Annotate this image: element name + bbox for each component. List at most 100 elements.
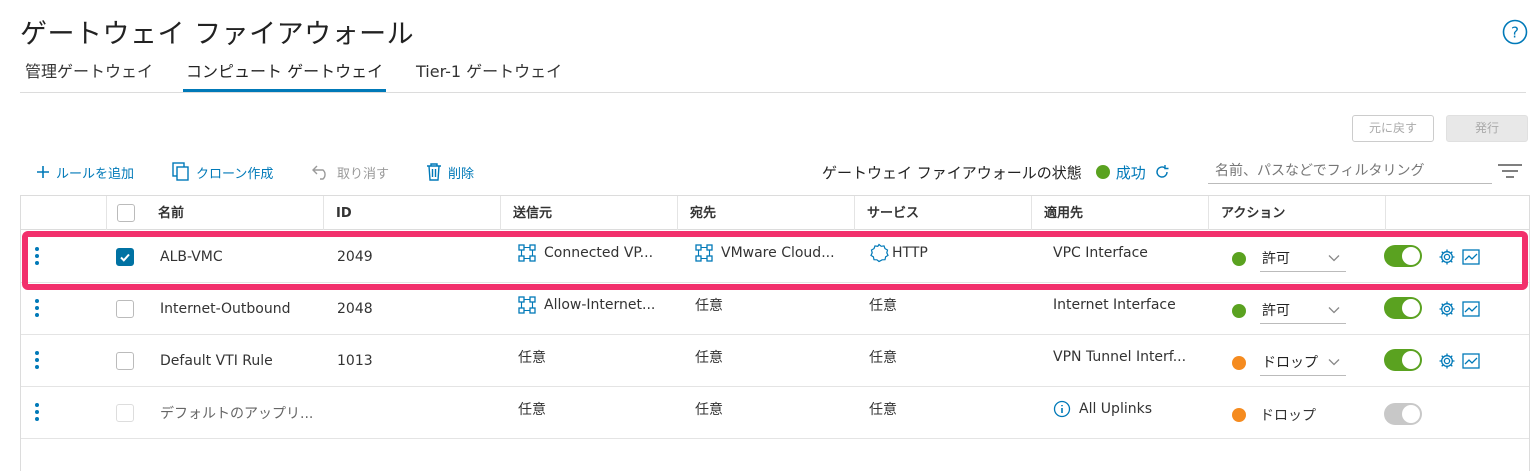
tab-tier1-gateway[interactable]: Tier-1 ゲートウェイ: [416, 58, 562, 92]
table-row[interactable]: Internet-Outbound 2048 Allow-Internet... 任意…: [21, 283, 1529, 335]
add-rule-button[interactable]: ルールを追加: [36, 158, 134, 186]
col-service[interactable]: サービス: [854, 196, 1031, 230]
table-row[interactable]: デフォルトのアップリ... 任意 任意 任意 All Uplinks ドロップ: [21, 387, 1529, 439]
rules-table: 名前 ID 送信元 宛先 サービス 適用先 アクション ALB-VMC 2049 C…: [20, 195, 1530, 471]
row-menu-icon[interactable]: [35, 351, 41, 371]
column-menu-icon[interactable]: [1497, 162, 1523, 180]
group-icon: [695, 243, 713, 262]
help-icon[interactable]: ?: [1502, 19, 1528, 45]
col-name[interactable]: 名前: [146, 196, 323, 230]
select-all-checkbox[interactable]: [117, 204, 135, 222]
gear-icon[interactable]: [1438, 300, 1456, 318]
rule-applied-to[interactable]: VPC Interface: [1053, 227, 1223, 278]
action-dot: [1232, 251, 1246, 266]
delete-button[interactable]: 削除: [426, 158, 474, 186]
rule-name[interactable]: ALB-VMC: [160, 231, 330, 282]
chevron-down-icon: [1328, 359, 1340, 366]
rule-source[interactable]: 任意: [518, 331, 688, 382]
rule-source-label: Allow-Internet...: [544, 296, 656, 313]
rule-source[interactable]: 任意: [518, 383, 688, 434]
clone-icon: [172, 162, 189, 181]
undo-icon: [312, 165, 326, 180]
row-checkbox[interactable]: [116, 248, 134, 266]
refresh-icon[interactable]: [1154, 164, 1170, 180]
rule-destination[interactable]: VMware Cloud...: [695, 227, 865, 278]
rule-applied-to-label: Internet Interface: [1053, 296, 1176, 313]
filter-input[interactable]: [1208, 158, 1492, 184]
col-id[interactable]: ID: [323, 196, 500, 230]
rule-enabled-toggle[interactable]: [1384, 403, 1422, 425]
status-value: 成功: [1115, 163, 1146, 182]
page-title: ゲートウェイ ファイアウォール: [20, 19, 415, 50]
gear-icon[interactable]: [1438, 352, 1456, 370]
chevron-down-icon: [1328, 307, 1340, 314]
rule-action[interactable]: 許可: [1232, 233, 1392, 284]
rule-name[interactable]: デフォルトのアップリ...: [160, 387, 330, 438]
row-menu-icon[interactable]: [35, 299, 41, 319]
rule-source-label: 任意: [518, 401, 546, 418]
revert-button[interactable]: 元に戻す: [1352, 115, 1434, 142]
chevron-down-icon: [1328, 255, 1340, 262]
col-source[interactable]: 送信元: [500, 196, 677, 230]
rule-destination[interactable]: 任意: [695, 383, 865, 434]
tab-management-gateway[interactable]: 管理ゲートウェイ: [25, 58, 153, 92]
col-applied-to[interactable]: 適用先: [1031, 196, 1208, 230]
rule-destination[interactable]: 任意: [695, 279, 865, 330]
action-select[interactable]: 許可: [1260, 298, 1346, 324]
rule-name[interactable]: Internet-Outbound: [160, 283, 330, 334]
rule-enabled-toggle[interactable]: [1384, 297, 1422, 319]
row-menu-icon[interactable]: [35, 403, 41, 423]
rule-applied-to[interactable]: Internet Interface: [1053, 279, 1223, 330]
clone-button[interactable]: クローン作成: [172, 158, 273, 186]
stats-chart-icon[interactable]: [1462, 248, 1480, 266]
add-rule-label: ルールを追加: [56, 166, 135, 182]
rule-service-label: 任意: [869, 401, 897, 418]
rule-source[interactable]: Allow-Internet...: [518, 279, 688, 330]
info-icon: [1053, 400, 1071, 417]
rule-applied-to[interactable]: All Uplinks: [1053, 383, 1223, 434]
undo-button[interactable]: 取り消す: [311, 158, 389, 186]
publish-button[interactable]: 発行: [1446, 115, 1528, 142]
rule-action[interactable]: 許可: [1232, 285, 1392, 336]
rule-action: ドロップ: [1232, 389, 1392, 440]
row-checkbox[interactable]: [116, 300, 134, 318]
rule-enabled-toggle[interactable]: [1384, 349, 1422, 371]
rule-service[interactable]: HTTP: [869, 227, 1039, 278]
plus-icon: [37, 166, 49, 178]
row-checkbox[interactable]: [116, 352, 134, 370]
gear-icon[interactable]: [1438, 248, 1456, 266]
row-checkbox[interactable]: [116, 404, 134, 422]
table-header: 名前 ID 送信元 宛先 サービス 適用先 アクション: [21, 196, 1529, 230]
rule-destination-label: 任意: [695, 297, 723, 314]
rule-id: [337, 387, 487, 438]
table-row[interactable]: Default VTI Rule 1013 任意 任意 任意 VPN Tunnel Int…: [21, 335, 1529, 387]
rule-destination-label: 任意: [695, 401, 723, 418]
col-destination[interactable]: 宛先: [677, 196, 854, 230]
col-action[interactable]: アクション: [1208, 196, 1385, 230]
stats-chart-icon[interactable]: [1462, 300, 1480, 318]
rule-source[interactable]: Connected VP...: [518, 227, 688, 278]
tab-bar: 管理ゲートウェイ コンピュート ゲートウェイ Tier-1 ゲートウェイ: [20, 58, 1526, 93]
rule-name[interactable]: Default VTI Rule: [160, 335, 330, 386]
status-success-dot: [1095, 165, 1110, 179]
action-select[interactable]: 許可: [1260, 246, 1346, 272]
stats-chart-icon[interactable]: [1462, 352, 1480, 370]
table-row[interactable]: ALB-VMC 2049 Connected VP... VMware Cloud..…: [21, 231, 1529, 283]
rule-destination[interactable]: 任意: [695, 331, 865, 382]
rule-enabled-toggle[interactable]: [1384, 245, 1422, 267]
rule-id: 2049: [337, 248, 373, 265]
rule-applied-to[interactable]: VPN Tunnel Interf...: [1053, 331, 1223, 382]
rule-service[interactable]: 任意: [869, 279, 1039, 330]
rule-service[interactable]: 任意: [869, 383, 1039, 434]
service-icon: [870, 243, 889, 262]
tab-compute-gateway[interactable]: コンピュート ゲートウェイ: [183, 58, 387, 92]
delete-label: 削除: [448, 166, 475, 182]
rule-action[interactable]: ドロップ: [1232, 337, 1392, 388]
rule-source-label: 任意: [518, 349, 546, 366]
rule-action-label: 許可: [1262, 303, 1290, 319]
action-select[interactable]: ドロップ: [1260, 350, 1346, 376]
rule-service-label: 任意: [869, 349, 897, 366]
rule-destination-label: 任意: [695, 349, 723, 366]
rule-service[interactable]: 任意: [869, 331, 1039, 382]
row-menu-icon[interactable]: [35, 247, 41, 267]
